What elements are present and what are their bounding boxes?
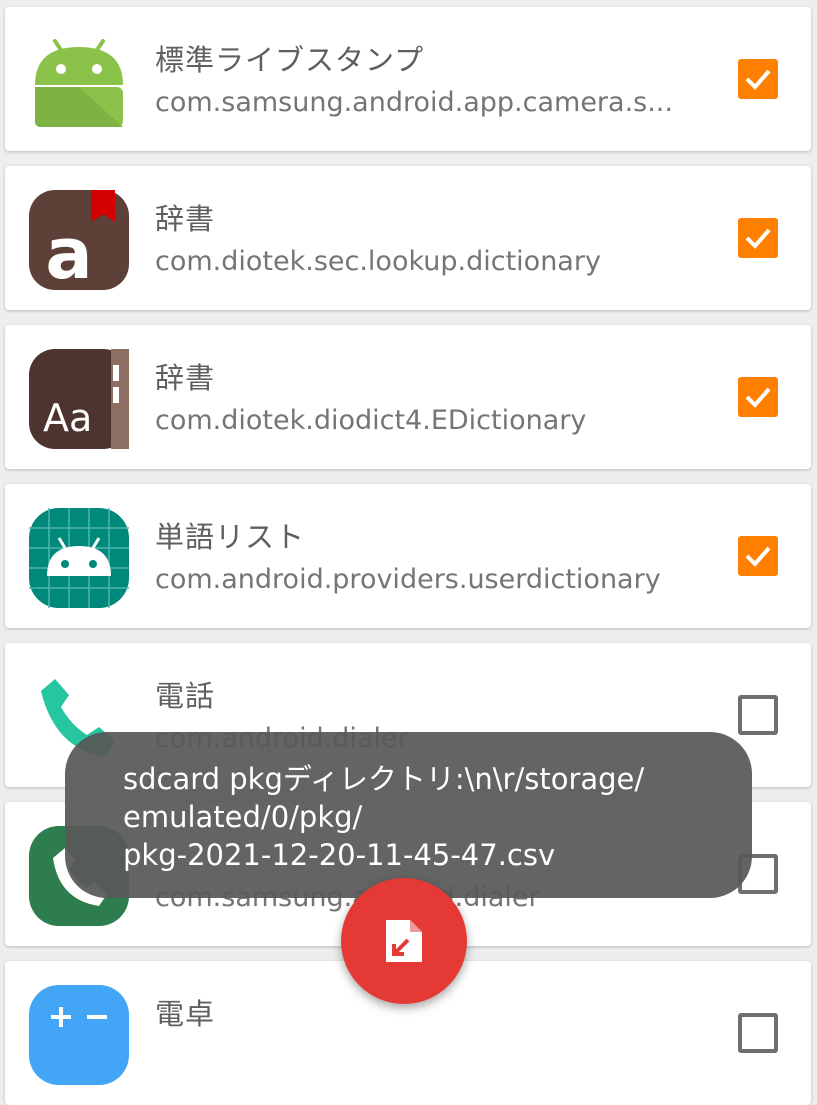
list-item[interactable]: 標準ライブスタンプ com.samsung.android.app.camera…: [5, 7, 811, 151]
check-icon: [745, 546, 771, 567]
package-name: com.diotek.diodict4.EDictionary: [155, 405, 587, 436]
calculator-icon: [25, 981, 133, 1089]
app-name: 単語リスト: [155, 520, 306, 554]
list-item[interactable]: a 辞書 com.diotek.sec.lookup.dictionary: [5, 166, 811, 310]
dictionary-a-icon: a: [25, 186, 133, 294]
package-name: com.diotek.sec.lookup.dictionary: [155, 246, 601, 277]
select-checkbox[interactable]: [738, 695, 778, 735]
android-robot-icon: [25, 27, 133, 135]
select-checkbox[interactable]: [738, 1013, 778, 1053]
app-name: 電話: [155, 679, 216, 713]
package-name: com.android.providers.userdictionary: [155, 564, 661, 595]
user-dictionary-icon: [25, 504, 133, 612]
svg-text:a: a: [45, 213, 92, 294]
list-item[interactable]: 単語リスト com.android.providers.userdictiona…: [5, 484, 811, 628]
app-name: 辞書: [155, 361, 216, 395]
app-name: 辞書: [155, 202, 216, 236]
check-icon: [745, 387, 771, 408]
export-file-icon: [386, 920, 422, 962]
select-checkbox[interactable]: [738, 377, 778, 417]
select-checkbox[interactable]: [738, 59, 778, 99]
toast-message: sdcard pkgディレクトリ:\n\r/storage/ emulated/…: [65, 732, 752, 898]
svg-text:Aa: Aa: [43, 396, 92, 440]
toast-line: pkg-2021-12-20-11-45-47.csv: [123, 838, 556, 872]
check-icon: [745, 69, 771, 90]
toast-line: sdcard pkgディレクトリ:\n\r/storage/: [123, 762, 645, 796]
list-item[interactable]: Aa 辞書 com.diotek.diodict4.EDictionary: [5, 325, 811, 469]
select-checkbox[interactable]: [738, 218, 778, 258]
toast-line: emulated/0/pkg/: [123, 800, 363, 834]
export-button[interactable]: [341, 878, 467, 1004]
check-icon: [745, 228, 771, 249]
app-name: 標準ライブスタンプ: [155, 43, 425, 77]
select-checkbox[interactable]: [738, 536, 778, 576]
package-name: com.samsung.android.app.camera.s...: [155, 87, 673, 118]
app-name: 電卓: [155, 997, 216, 1031]
dictionary-aa-icon: Aa: [25, 345, 133, 453]
